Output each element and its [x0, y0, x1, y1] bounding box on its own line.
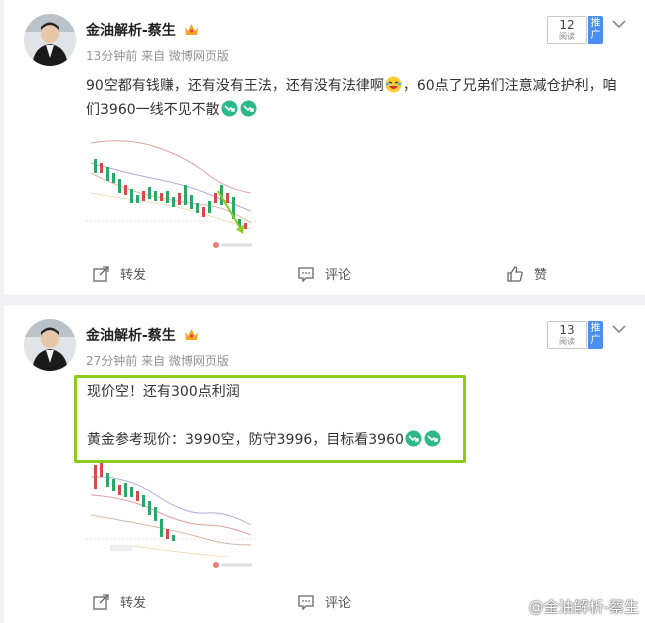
watermark: @金油解析-蔡生 [528, 598, 639, 616]
read-count-badge: 12 阅读 [547, 16, 587, 44]
down-trend-emoji-icon [221, 100, 238, 117]
repost-button[interactable]: 转发 [92, 592, 146, 611]
post-meta: 13分钟前 来自 微博网页版 [86, 49, 229, 63]
chevron-down-icon[interactable] [611, 18, 627, 30]
post-actions: 转发 评论 赞 [4, 264, 645, 288]
avatar[interactable] [24, 14, 76, 66]
chart-thumbnail-image[interactable] [86, 455, 256, 585]
crown-badge-icon [184, 329, 198, 340]
repost-button[interactable]: 转发 [92, 264, 146, 283]
post-meta: 27分钟前 来自 微博网页版 [86, 354, 229, 368]
share-icon [93, 593, 109, 610]
comment-button[interactable]: 评论 [297, 592, 351, 611]
down-trend-emoji-icon [424, 430, 441, 447]
weibo-post-2: 金油解析-蔡生 27分钟前 来自 微博网页版 13 阅读 推广 现价空！还有30… [4, 305, 645, 623]
avatar[interactable] [24, 319, 76, 371]
post-text: 90空都有钱赚，还有没有王法，还有没有法律啊 ，60点了兄弟们注意减仓护利，咱们3… [86, 76, 617, 118]
highlighted-text-box: 现价空！还有300点利润 黄金参考现价：3990空，防守3996，目标看3960 [74, 375, 466, 463]
post-text-line-1: 现价空！还有300点利润 [87, 384, 240, 400]
promote-button[interactable]: 推广 [588, 16, 603, 44]
promote-button[interactable]: 推广 [588, 321, 603, 349]
share-icon [93, 265, 109, 282]
laughing-crying-emoji-icon [385, 76, 402, 93]
author-name[interactable]: 金油解析-蔡生 [86, 325, 199, 345]
chart-thumbnail-image[interactable] [86, 133, 256, 258]
comment-icon [298, 266, 314, 283]
down-trend-emoji-icon [405, 430, 422, 447]
author-name[interactable]: 金油解析-蔡生 [86, 20, 199, 40]
read-count-badge: 13 阅读 [547, 321, 587, 349]
comment-button[interactable]: 评论 [297, 264, 351, 283]
weibo-post-1: 金油解析-蔡生 13分钟前 来自 微博网页版 12 阅读 推广 90空都有钱赚，… [4, 0, 645, 295]
crown-badge-icon [184, 24, 198, 35]
comment-icon [298, 594, 314, 611]
thumbs-up-icon [507, 265, 523, 282]
chevron-down-icon[interactable] [611, 323, 627, 335]
down-trend-emoji-icon [240, 100, 257, 117]
like-button[interactable]: 赞 [506, 264, 547, 283]
post-text-line-2: 黄金参考现价：3990空，防守3996，目标看3960 [87, 430, 442, 450]
